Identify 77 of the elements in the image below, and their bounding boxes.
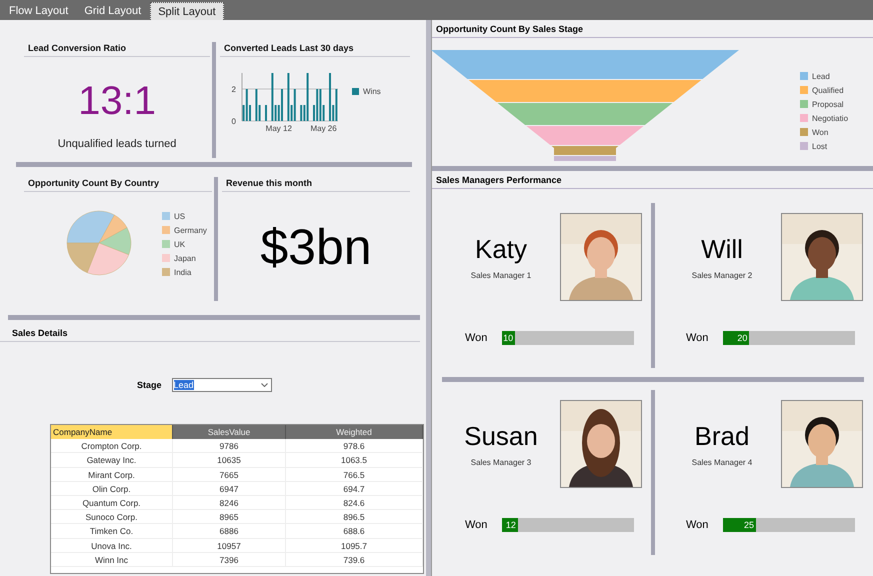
won-count: 25: [744, 520, 755, 530]
won-count: 10: [503, 333, 514, 343]
table-cell: Sunoco Corp.: [51, 510, 173, 524]
won-label: Won: [464, 519, 488, 531]
table-cell: 688.6: [286, 524, 423, 538]
table-cell: 978.6: [286, 439, 423, 454]
table-cell: 10635: [173, 453, 286, 468]
section-title: Sales Managers Performance: [432, 171, 873, 189]
legend-label: Qualified: [812, 86, 844, 94]
legend-label: Germany: [174, 226, 207, 234]
won-count: 12: [506, 520, 517, 530]
column-header[interactable]: SalesValue: [173, 425, 286, 440]
manager-role: Sales Manager 4: [690, 458, 754, 467]
manager-role: Sales Manager 1: [470, 271, 532, 280]
tab[interactable]: Split Layout: [150, 2, 224, 20]
column-header[interactable]: Weighted: [286, 425, 423, 440]
legend-label: India: [174, 268, 192, 276]
table-cell: Olin Corp.: [51, 482, 173, 496]
table-cell: 694.7: [286, 482, 423, 496]
table-cell: Mirant Corp.: [51, 468, 173, 482]
table-cell: 896.5: [286, 510, 423, 524]
tab[interactable]: Flow Layout: [2, 2, 76, 20]
legend-label: UK: [174, 240, 186, 248]
legend-label: Japan: [174, 254, 196, 262]
table-cell: 1063.5: [286, 453, 423, 468]
table-cell: Crompton Corp.: [51, 439, 173, 454]
table-cell: 739.6: [286, 552, 423, 567]
legend-label: Won: [812, 128, 828, 136]
manager-name: Katy: [474, 234, 528, 265]
axis-label: 2: [232, 85, 236, 94]
table-cell: 1095.7: [286, 538, 423, 553]
legend-label: US: [174, 212, 186, 220]
won-label: Won: [685, 519, 710, 531]
column-header[interactable]: CompanyName: [51, 425, 173, 440]
manager-name: Brad: [694, 421, 750, 452]
table-cell: 10957: [173, 538, 286, 553]
table-cell: 6947: [173, 482, 286, 496]
table-cell: Quantum Corp.: [51, 496, 173, 510]
table-cell: 8246: [173, 496, 286, 510]
table-cell: Gateway Inc.: [51, 453, 173, 468]
legend-label: Lead: [812, 72, 830, 80]
legend-label: Wins: [363, 87, 381, 96]
manager-name: Susan: [463, 421, 539, 452]
axis-label: May 26: [310, 124, 337, 133]
tile-title: Converted Leads Last 30 days: [220, 38, 410, 57]
axis-label: 0: [232, 117, 236, 126]
tile-title: Revenue this month: [222, 173, 410, 192]
tile-title: Lead Conversion Ratio: [24, 38, 210, 57]
table-cell: Timken Co.: [51, 524, 173, 538]
table-cell: 6886: [173, 524, 286, 538]
table-cell: Unova Inc.: [51, 538, 173, 553]
ratio-value: 13:1: [77, 79, 157, 124]
table-cell: 824.6: [286, 496, 423, 510]
section-title: Sales Details: [0, 324, 420, 342]
manager-role: Sales Manager 2: [690, 271, 754, 280]
legend-label: Proposal: [812, 100, 844, 108]
tab[interactable]: Grid Layout: [77, 2, 148, 20]
stage-label: Stage: [137, 380, 162, 390]
stage-dropdown[interactable]: Lead: [172, 378, 272, 392]
won-label: Won: [464, 332, 488, 344]
won-count: 20: [737, 333, 748, 343]
table-cell: 7396: [173, 552, 286, 567]
table-cell: 9786: [173, 439, 286, 454]
manager-role: Sales Manager 3: [470, 458, 532, 467]
section-title: Opportunity Count By Sales Stage: [432, 20, 873, 38]
manager-name: Will: [700, 234, 744, 265]
won-label: Won: [685, 332, 710, 344]
axis-label: May 12: [266, 124, 292, 133]
legend-label: Lost: [812, 142, 828, 150]
tile-title: Opportunity Count By Country: [24, 173, 212, 192]
ratio-caption: Unqualified leads turned: [56, 138, 178, 150]
revenue-value: $3bn: [259, 218, 373, 276]
table-cell: 8965: [173, 510, 286, 524]
legend-label: Negotiatio: [812, 114, 848, 122]
table-cell: Winn Inc: [51, 552, 173, 567]
table-cell: 766.5: [286, 468, 423, 482]
table-cell: 7665: [173, 468, 286, 482]
